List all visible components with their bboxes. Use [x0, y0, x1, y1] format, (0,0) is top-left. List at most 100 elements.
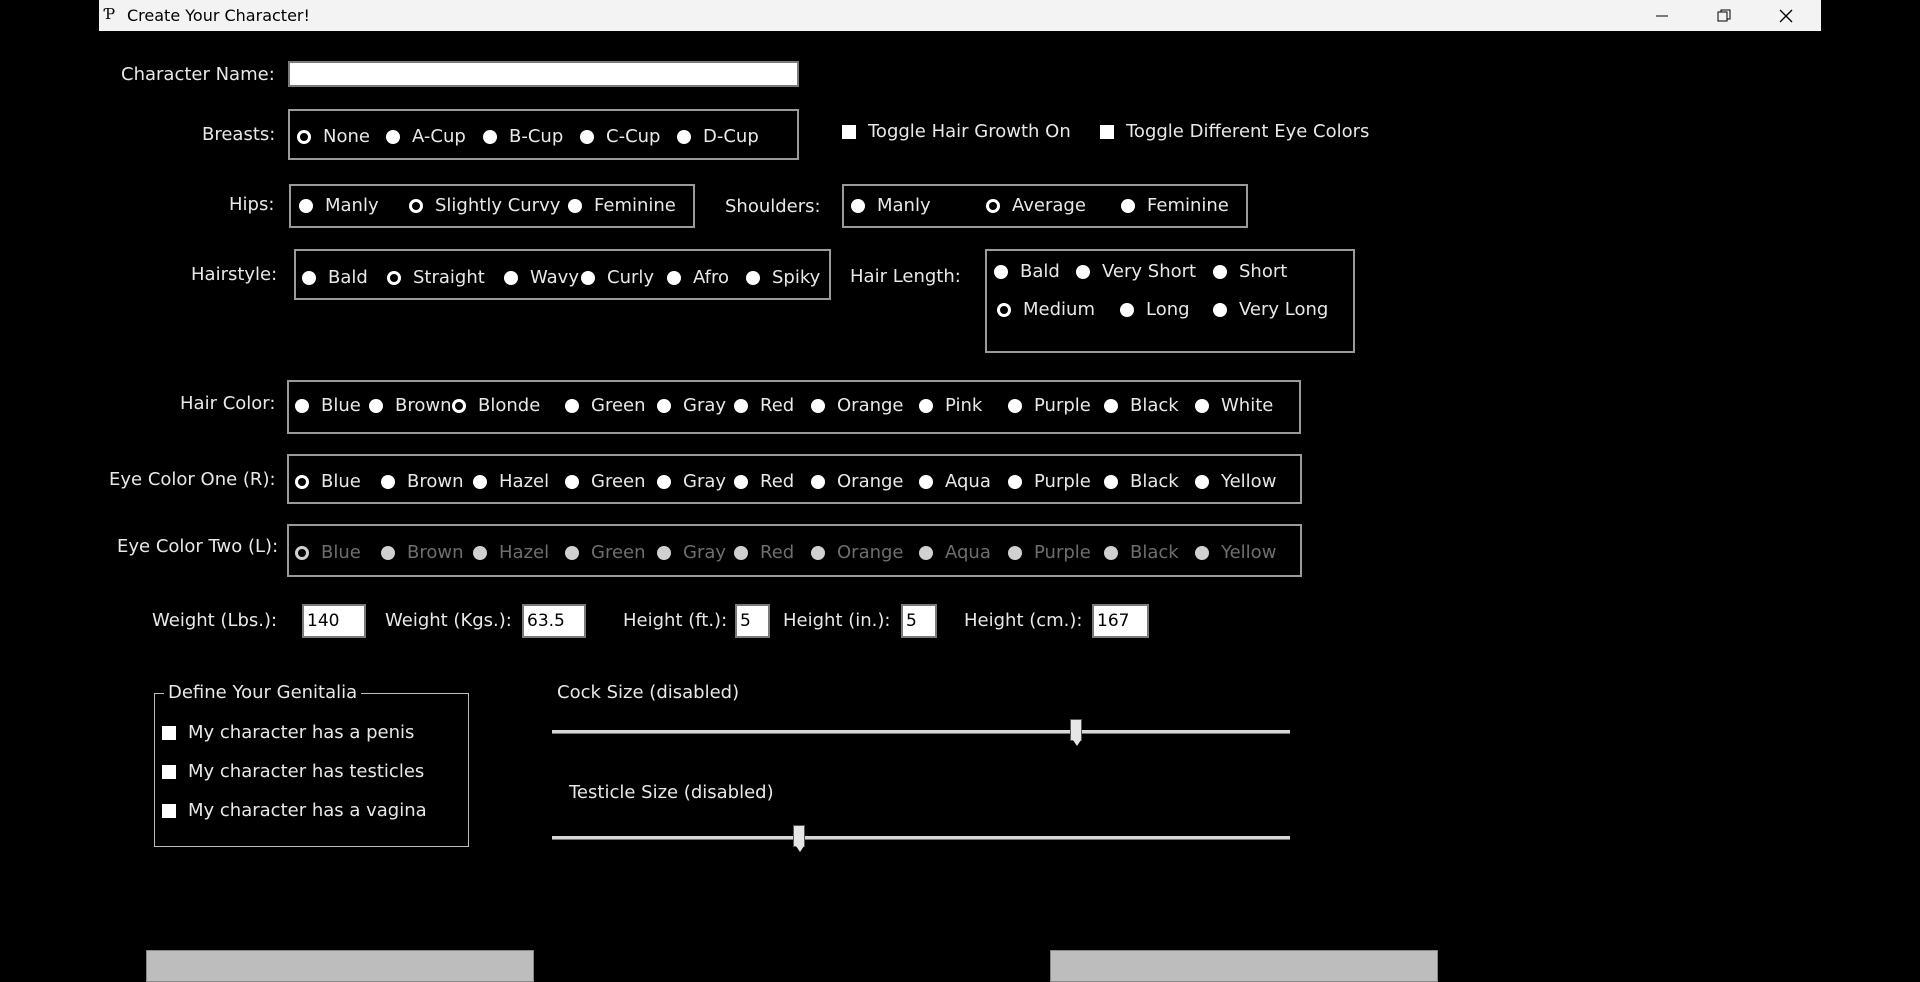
hair-color-option-green[interactable]: Green — [565, 395, 646, 416]
hair-color-option-blue[interactable]: Blue — [295, 395, 361, 416]
breasts-option-d-cup[interactable]: D-Cup — [677, 126, 759, 147]
eye-one-option-yellow[interactable]: Yellow — [1195, 471, 1276, 492]
height-in-input[interactable] — [901, 604, 937, 638]
height-ft-input[interactable] — [735, 604, 770, 638]
hairstyle-option-bald[interactable]: Bald — [302, 267, 368, 288]
radio-icon — [565, 545, 579, 560]
eye-one-option-green[interactable]: Green — [565, 471, 646, 492]
radio-label: B-Cup — [509, 126, 564, 147]
testicle-size-slider-thumb[interactable] — [793, 825, 806, 852]
radio-icon — [295, 545, 309, 560]
hair-color-option-orange[interactable]: Orange — [811, 395, 904, 416]
breasts-option-b-cup[interactable]: B-Cup — [483, 126, 563, 147]
checkbox-icon — [162, 803, 176, 818]
hair-length-option-medium[interactable]: Medium — [997, 299, 1095, 320]
radio-label: Blonde — [478, 395, 541, 416]
toggle-different-eye-colors-checkbox[interactable]: Toggle Different Eye Colors — [1100, 121, 1369, 142]
close-button[interactable] — [1756, 0, 1816, 31]
hips-option-feminine[interactable]: Feminine — [568, 195, 676, 216]
hips-option-slightly-curvy[interactable]: Slightly Curvy — [409, 195, 560, 216]
eye-two-option-yellow: Yellow — [1195, 542, 1276, 563]
hips-option-manly[interactable]: Manly — [299, 195, 379, 216]
radio-label: Feminine — [594, 195, 676, 216]
hair-length-option-long[interactable]: Long — [1120, 299, 1190, 320]
eye-one-option-blue[interactable]: Blue — [295, 471, 361, 492]
radio-label: Brown — [395, 395, 452, 416]
weight-lbs-input[interactable] — [302, 604, 366, 638]
hair-length-option-short[interactable]: Short — [1213, 261, 1287, 282]
genitalia-checkbox-3[interactable]: My character has a vagina — [162, 800, 427, 821]
checkbox-icon — [162, 725, 176, 740]
radio-icon — [851, 198, 865, 213]
shoulders-option-average[interactable]: Average — [986, 195, 1086, 216]
checkbox-icon — [162, 764, 176, 779]
hair-color-option-blonde[interactable]: Blonde — [452, 395, 540, 416]
hairstyle-option-spiky[interactable]: Spiky — [746, 267, 820, 288]
testicle-size-slider[interactable] — [552, 836, 1290, 840]
hair-color-option-brown[interactable]: Brown — [369, 395, 452, 416]
eye-one-option-black[interactable]: Black — [1104, 471, 1179, 492]
eye-two-option-red: Red — [734, 542, 794, 563]
checkbox-label: My character has a vagina — [188, 800, 427, 821]
eye-one-option-purple[interactable]: Purple — [1008, 471, 1091, 492]
eye-one-option-hazel[interactable]: Hazel — [473, 471, 549, 492]
radio-icon — [483, 129, 497, 144]
hair-color-option-red[interactable]: Red — [734, 395, 794, 416]
weight-kgs-input[interactable] — [522, 604, 586, 638]
genitalia-checkbox-1[interactable]: My character has a penis — [162, 722, 414, 743]
radio-label: Blue — [321, 471, 361, 492]
hairstyle-option-straight[interactable]: Straight — [387, 267, 485, 288]
hair-length-option-bald[interactable]: Bald — [994, 261, 1060, 282]
eye-two-option-brown: Brown — [381, 542, 464, 563]
hair-color-option-pink[interactable]: Pink — [919, 395, 982, 416]
hair-color-option-gray[interactable]: Gray — [657, 395, 726, 416]
eye-one-option-orange[interactable]: Orange — [811, 471, 904, 492]
cock-size-slider-thumb[interactable] — [1069, 719, 1082, 746]
breasts-option-none[interactable]: None — [297, 126, 370, 147]
eye-two-option-orange: Orange — [811, 542, 904, 563]
cock-size-slider[interactable] — [552, 730, 1290, 734]
shoulders-option-feminine[interactable]: Feminine — [1121, 195, 1229, 216]
hair-length-option-very-long[interactable]: Very Long — [1213, 299, 1328, 320]
eye-two-option-aqua: Aqua — [919, 542, 991, 563]
toggle-different-eye-colors-label: Toggle Different Eye Colors — [1126, 121, 1370, 142]
eye-one-option-red[interactable]: Red — [734, 471, 794, 492]
radio-icon — [1120, 302, 1134, 317]
restore-button[interactable] — [1694, 0, 1754, 31]
radio-label: Slightly Curvy — [435, 195, 561, 216]
radio-label: Pink — [945, 395, 983, 416]
hairstyle-option-afro[interactable]: Afro — [667, 267, 729, 288]
eye-one-option-aqua[interactable]: Aqua — [919, 471, 991, 492]
radio-icon — [811, 545, 825, 560]
toggle-hair-growth-checkbox[interactable]: Toggle Hair Growth On — [842, 121, 1071, 142]
radio-icon — [386, 129, 400, 144]
hair-color-option-white[interactable]: White — [1195, 395, 1273, 416]
hair-color-option-black[interactable]: Black — [1104, 395, 1179, 416]
radio-label: Average — [1012, 195, 1086, 216]
right-action-button[interactable] — [1050, 950, 1438, 982]
close-icon — [1779, 9, 1793, 22]
radio-label: Very Long — [1239, 299, 1329, 320]
minimize-icon — [1656, 15, 1668, 16]
character-name-input[interactable] — [288, 61, 799, 87]
checkbox-icon — [842, 124, 856, 139]
genitalia-checkbox-2[interactable]: My character has testicles — [162, 761, 424, 782]
radio-icon — [1104, 545, 1118, 560]
breasts-option-a-cup[interactable]: A-Cup — [386, 126, 466, 147]
radio-icon — [295, 474, 309, 489]
eye-one-option-brown[interactable]: Brown — [381, 471, 464, 492]
shoulders-option-manly[interactable]: Manly — [851, 195, 931, 216]
minimize-button[interactable] — [1632, 0, 1692, 31]
hairstyle-option-curly[interactable]: Curly — [581, 267, 654, 288]
radio-label: Red — [760, 395, 795, 416]
radio-icon — [1121, 198, 1135, 213]
left-action-button[interactable] — [146, 950, 534, 982]
hair-length-option-very-short[interactable]: Very Short — [1076, 261, 1196, 282]
hairstyle-option-wavy[interactable]: Wavy — [504, 267, 579, 288]
breasts-option-c-cup[interactable]: C-Cup — [580, 126, 660, 147]
height-cm-input[interactable] — [1092, 604, 1149, 638]
radio-icon — [504, 270, 518, 285]
eye-one-option-gray[interactable]: Gray — [657, 471, 726, 492]
hair-color-option-purple[interactable]: Purple — [1008, 395, 1091, 416]
radio-label: Blue — [321, 542, 361, 563]
